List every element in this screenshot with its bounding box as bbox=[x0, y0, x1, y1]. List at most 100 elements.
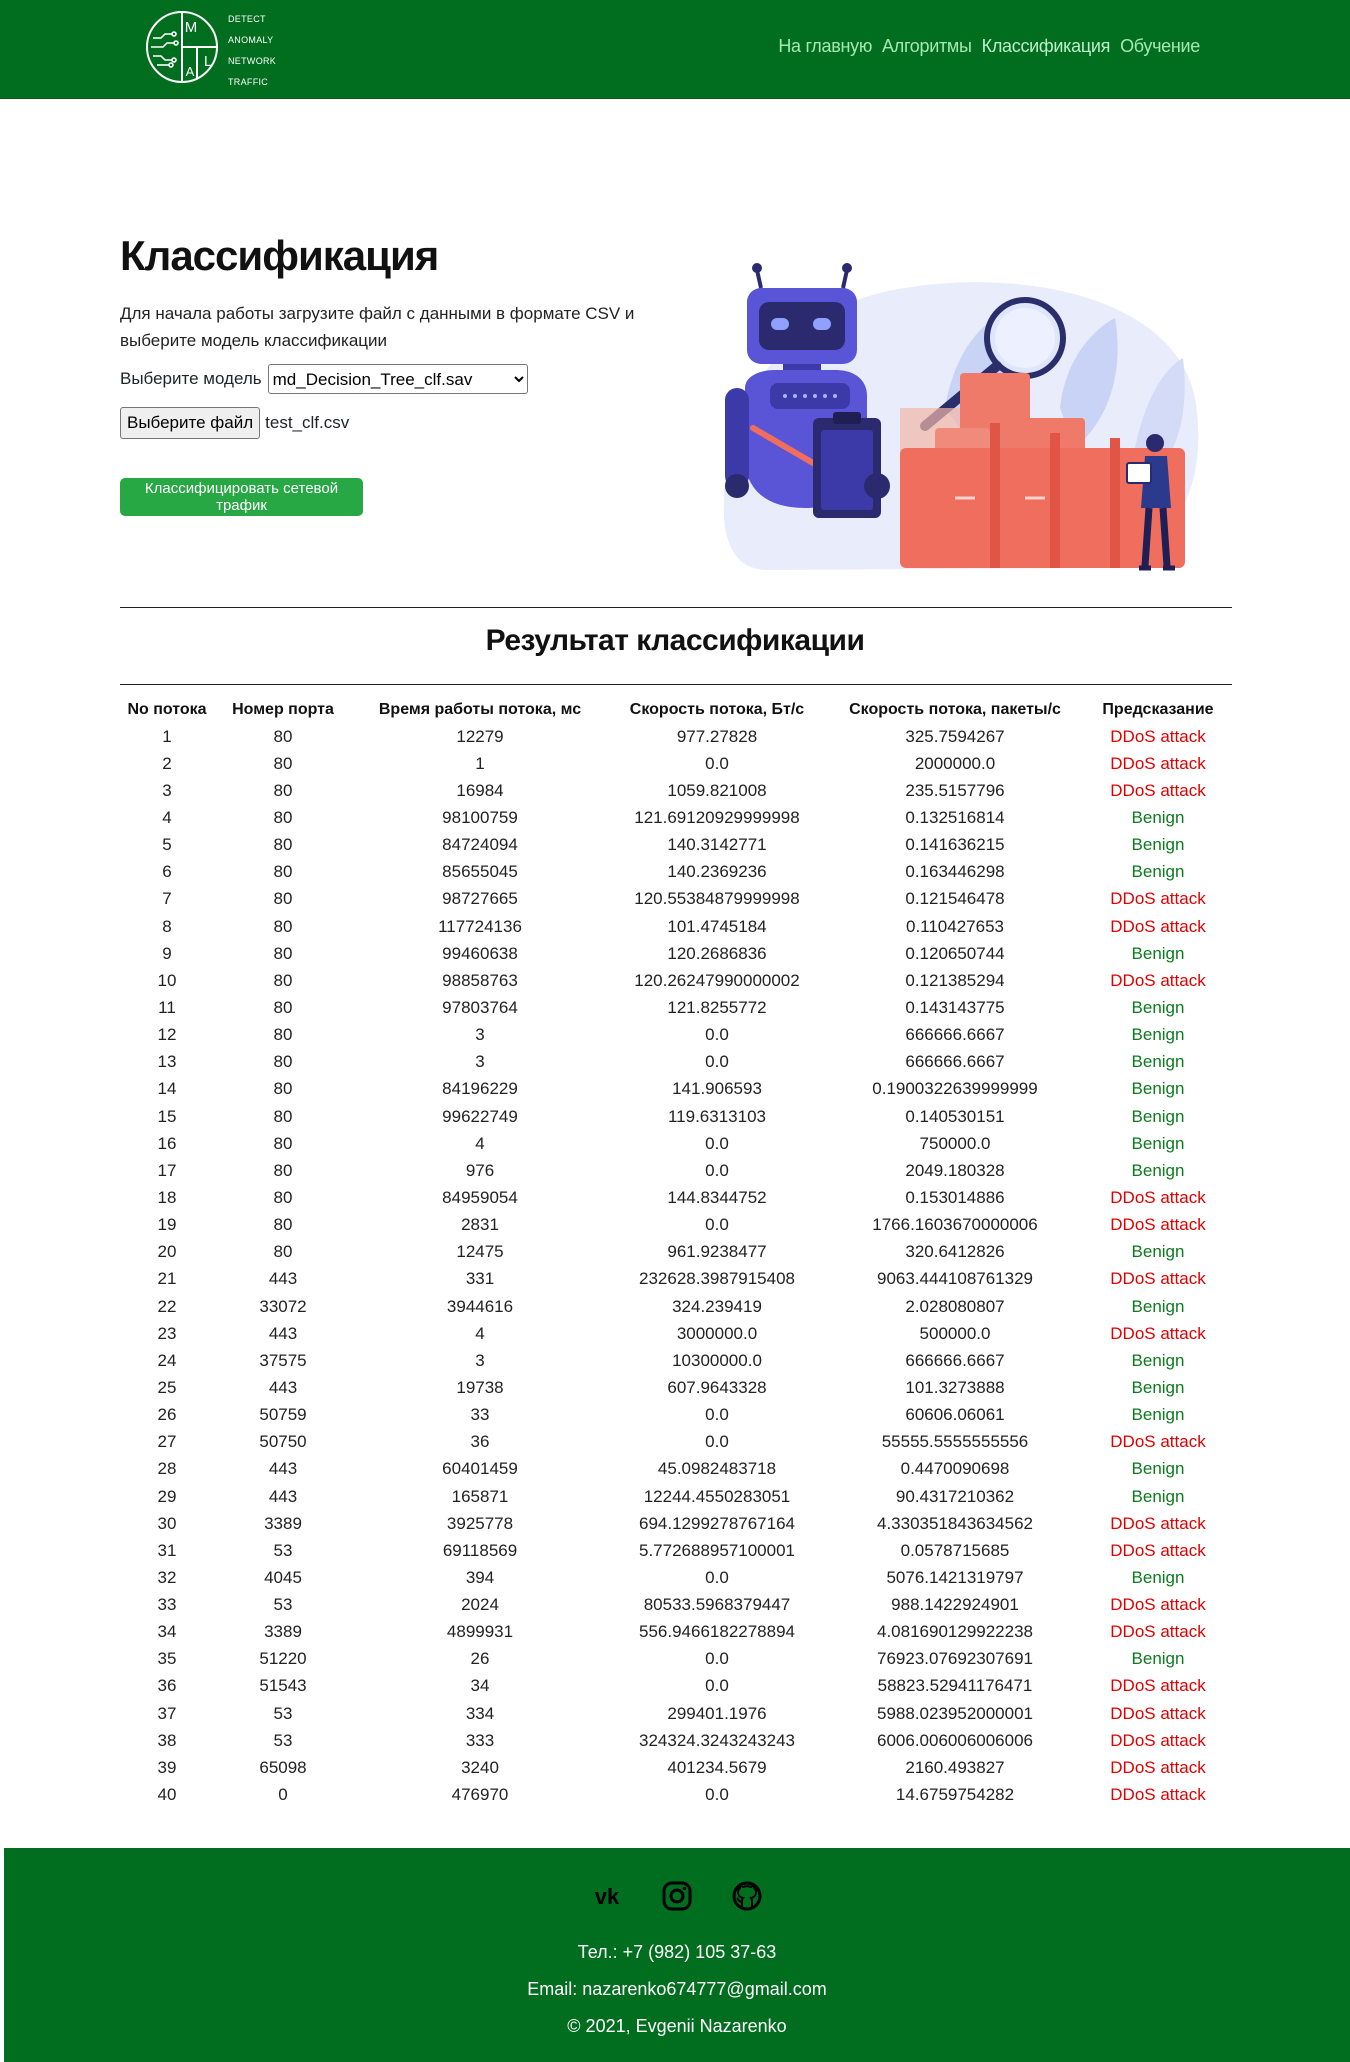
packets-rate-cell: 2160.493827 bbox=[905, 1757, 1005, 1777]
packets-rate-cell: 0.120650744 bbox=[905, 943, 1005, 963]
prediction-cell: Benign bbox=[1131, 1486, 1185, 1506]
duration-cell: 36 bbox=[470, 1432, 490, 1452]
classify-button[interactable]: Классифицировать сетевой трафик bbox=[120, 478, 363, 516]
bytes-rate-cell: 961.9238477 bbox=[667, 1242, 767, 1262]
flow-number-cell: 16 bbox=[157, 1133, 177, 1153]
page-description: Для начала работы загрузите файл с данны… bbox=[120, 304, 635, 350]
bytes-rate-cell: 140.2369236 bbox=[667, 862, 767, 882]
flow-number-cell: 30 bbox=[157, 1513, 177, 1533]
port-cell: 53 bbox=[273, 1595, 293, 1615]
results-title: Результат классификации bbox=[485, 624, 865, 657]
vk-icon[interactable]: vk bbox=[591, 1880, 623, 1912]
prediction-cell: DDoS attack bbox=[1110, 1187, 1206, 1207]
duration-cell: 394 bbox=[465, 1567, 495, 1587]
prediction-cell: DDoS attack bbox=[1110, 1676, 1206, 1696]
port-cell: 65098 bbox=[259, 1757, 307, 1777]
prediction-cell: DDoS attack bbox=[1110, 916, 1206, 936]
github-icon[interactable] bbox=[731, 1880, 763, 1912]
bytes-rate-cell: 0.0 bbox=[705, 1133, 729, 1153]
table-row: 5 80 84724094 140.3142771 0.141636215 Benign bbox=[120, 832, 1232, 859]
bytes-rate-cell: 119.6313103 bbox=[667, 1106, 766, 1126]
table-row: 33 53 2024 80533.5968379447 988.1422924901 DD… bbox=[120, 1592, 1232, 1619]
table-row: 38 53 333 324324.3243243243 6006.00600600600… bbox=[120, 1727, 1232, 1754]
model-select[interactable]: md_Decision_Tree_clf.sav bbox=[267, 364, 528, 394]
bytes-rate-cell: 0.0 bbox=[705, 1052, 729, 1072]
prediction-cell: DDoS attack bbox=[1110, 1513, 1206, 1533]
prediction-cell: DDoS attack bbox=[1110, 780, 1206, 800]
bytes-rate-cell: 140.3142771 bbox=[667, 835, 767, 855]
bytes-rate-cell: 0.0 bbox=[705, 1432, 729, 1452]
flow-number-cell: 25 bbox=[157, 1377, 177, 1397]
flow-number-cell: 36 bbox=[157, 1676, 177, 1696]
duration-cell: 976 bbox=[465, 1160, 495, 1180]
column-header: No потока bbox=[127, 700, 207, 718]
column-header: Скорость потока, пакеты/с bbox=[849, 700, 1061, 718]
packets-rate-cell: 4.330351843634562 bbox=[877, 1513, 1033, 1533]
prediction-cell: DDoS attack bbox=[1110, 1730, 1206, 1750]
port-cell: 3389 bbox=[264, 1622, 302, 1642]
table-row: 27 50750 36 0.0 55555.5555555556 DDoS attack bbox=[120, 1429, 1232, 1456]
flow-number-cell: 40 bbox=[157, 1785, 177, 1805]
port-cell: 80 bbox=[273, 753, 293, 773]
bytes-rate-cell: 5.772688957100001 bbox=[639, 1540, 795, 1560]
column-header: Номер порта bbox=[232, 700, 334, 718]
main-nav: На главную Алгоритмы Классификация Обуче… bbox=[778, 36, 1200, 57]
bytes-rate-cell: 977.27828 bbox=[676, 726, 758, 746]
packets-rate-cell: 55555.5555555556 bbox=[881, 1432, 1029, 1452]
table-row: 4 80 98100759 121.69120929999998 0.132516814… bbox=[120, 804, 1232, 831]
bytes-rate-cell: 607.9643328 bbox=[667, 1377, 767, 1397]
table-row: 36 51543 34 0.0 58823.52941176471 DDoS attack bbox=[120, 1673, 1232, 1700]
choose-file-button[interactable]: Выберите файл bbox=[120, 407, 261, 439]
bytes-rate-cell: 0.0 bbox=[705, 1649, 729, 1669]
table-row: 35 51220 26 0.0 76923.07692307691 Benign bbox=[120, 1646, 1232, 1673]
table-row: 25 443 19738 607.9643328 101.3273888 Benign bbox=[120, 1374, 1232, 1401]
nav-algorithms[interactable]: Алгоритмы bbox=[882, 36, 972, 57]
bytes-rate-cell: 80533.5968379447 bbox=[643, 1595, 791, 1615]
instagram-icon[interactable] bbox=[661, 1880, 693, 1912]
table-row: 6 80 85655045 140.2369236 0.163446298 Benign bbox=[120, 859, 1232, 886]
packets-rate-cell: 0.110427653 bbox=[905, 916, 1004, 936]
nav-home[interactable]: На главную bbox=[778, 36, 872, 57]
logo-icon[interactable]: M L A bbox=[143, 8, 225, 86]
prediction-cell: Benign bbox=[1131, 1459, 1185, 1479]
packets-rate-cell: 0.0578715685 bbox=[900, 1540, 1010, 1560]
nav-classification[interactable]: Классификация bbox=[982, 36, 1111, 57]
prediction-cell: Benign bbox=[1131, 1567, 1185, 1587]
table-row: 7 80 98727665 120.55384879999998 0.121546478… bbox=[120, 886, 1232, 913]
table-row: 14 80 84196229 141.906593 0.1900322639999999… bbox=[120, 1076, 1232, 1103]
port-cell: 37575 bbox=[259, 1350, 307, 1370]
logo-line: DETECT bbox=[228, 14, 266, 24]
port-cell: 80 bbox=[273, 1187, 293, 1207]
flow-number-cell: 19 bbox=[157, 1215, 177, 1235]
prediction-cell: Benign bbox=[1131, 1133, 1185, 1153]
bytes-rate-cell: 401234.5679 bbox=[667, 1757, 767, 1777]
table-row: 39 65098 3240 401234.5679 2160.493827 DDoS at… bbox=[120, 1754, 1232, 1781]
site-header: M L A DETECT ANOMALY NETWORK TRAFFIC На … bbox=[0, 0, 1350, 99]
flow-number-cell: 12 bbox=[157, 1025, 177, 1045]
divider bbox=[120, 607, 1232, 608]
port-cell: 80 bbox=[273, 997, 293, 1017]
port-cell: 80 bbox=[273, 1133, 293, 1153]
divider bbox=[120, 684, 1232, 685]
social-links: vk bbox=[4, 1880, 1350, 1912]
duration-cell: 12279 bbox=[456, 726, 504, 746]
site-footer: vk Тел.: +7 (982) 105 37-63 Email: nazar… bbox=[4, 1848, 1350, 2062]
prediction-cell: Benign bbox=[1131, 1405, 1185, 1425]
packets-rate-cell: 76923.07692307691 bbox=[877, 1649, 1033, 1669]
footer-email[interactable]: Email: nazarenko674777@gmail.com bbox=[4, 1979, 1350, 2000]
duration-cell: 1 bbox=[475, 753, 485, 773]
bytes-rate-cell: 121.8255772 bbox=[667, 997, 767, 1017]
packets-rate-cell: 500000.0 bbox=[919, 1323, 991, 1343]
table-row: 23 443 4 3000000.0 500000.0 DDoS attack bbox=[120, 1320, 1232, 1347]
packets-rate-cell: 5076.1421319797 bbox=[886, 1567, 1024, 1587]
duration-cell: 3 bbox=[475, 1350, 485, 1370]
duration-cell: 334 bbox=[465, 1703, 495, 1723]
bytes-rate-cell: 10300000.0 bbox=[672, 1350, 762, 1370]
bytes-rate-cell: 556.9466182278894 bbox=[639, 1622, 795, 1642]
table-row: 2 80 1 0.0 2000000.0 DDoS attack bbox=[120, 750, 1232, 777]
prediction-cell: DDoS attack bbox=[1110, 1323, 1206, 1343]
nav-training[interactable]: Обучение bbox=[1120, 36, 1200, 57]
packets-rate-cell: 5988.023952000001 bbox=[877, 1703, 1033, 1723]
prediction-cell: DDoS attack bbox=[1110, 970, 1206, 990]
prediction-cell: DDoS attack bbox=[1110, 1540, 1206, 1560]
